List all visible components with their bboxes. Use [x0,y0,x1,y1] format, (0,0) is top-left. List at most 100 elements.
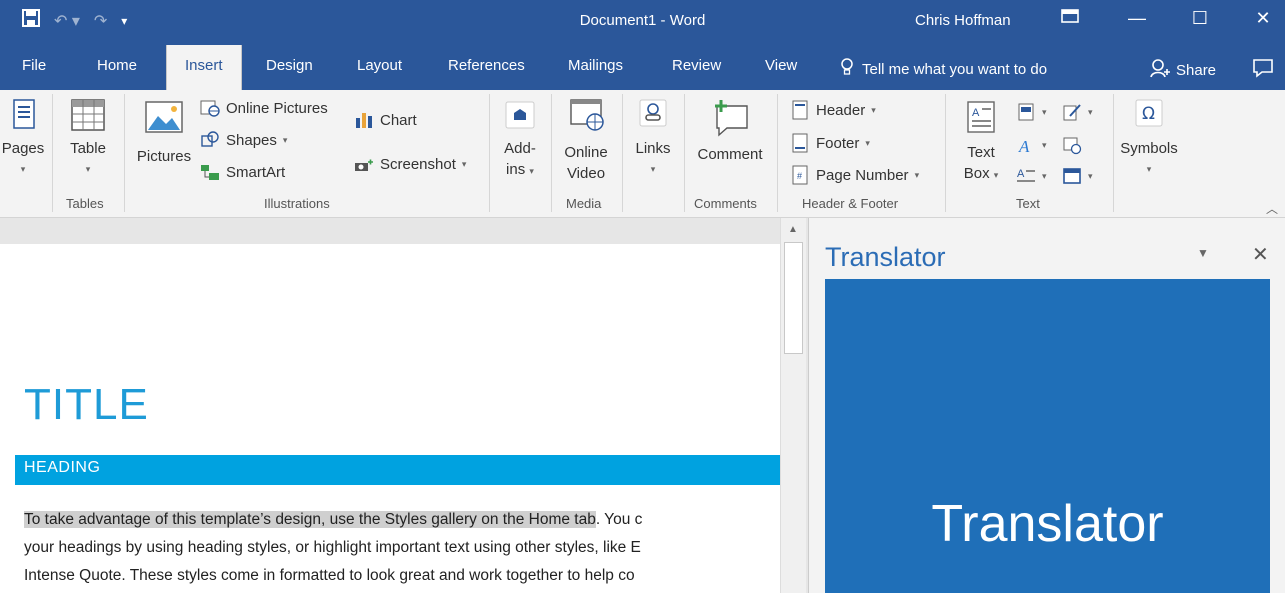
chevron-down-icon: ▾ [1088,170,1093,181]
omega-icon: Ω [1132,96,1166,134]
tell-me-search[interactable]: Tell me what you want to do [840,58,1047,80]
group-label-tables: Tables [66,196,104,211]
online-video-icon [563,96,609,138]
symbols-label: Symbols [1120,140,1178,157]
header-button[interactable]: Header ▾ [790,100,876,120]
scroll-up-icon[interactable]: ▲ [788,224,798,235]
group-divider [124,94,125,212]
body-line-2: your headings by using heading styles, o… [24,539,641,556]
tab-view[interactable]: View [765,57,797,74]
new-comment-icon [707,96,753,140]
minimize-icon[interactable]: — [1122,8,1152,29]
screenshot-button[interactable]: Screenshot ▾ [354,154,466,174]
shapes-icon [200,130,220,150]
shapes-button[interactable]: Shapes ▾ [200,130,287,150]
document-title[interactable]: TITLE [24,380,149,430]
table-label: Table [70,140,106,157]
links-label: Links [635,140,671,157]
group-label-illustrations: Illustrations [264,196,330,211]
tab-references[interactable]: References [448,57,525,74]
symbols-button[interactable]: Ω Symbols ▾ [1116,96,1182,180]
body-line-1-rest: . You c [595,511,643,528]
pages-button[interactable]: Pages ▾ [0,96,46,180]
share-person-icon [1150,58,1170,82]
chevron-down-icon: ▾ [914,169,920,180]
title-bar: ↶ ▾ ↷ ▾ Document1 - Word Chris Hoffman —… [0,0,1285,46]
chevron-down-icon: ▾ [85,164,91,174]
chevron-down-icon: ▾ [1088,106,1093,117]
quick-parts-button[interactable]: ▾ [1016,102,1047,122]
online-pictures-label: Online Pictures [226,99,328,117]
group-label-header-footer: Header & Footer [802,196,899,211]
tab-home[interactable]: Home [97,57,137,74]
page-number-label: Page Number [816,166,909,184]
scrollbar-thumb[interactable] [784,242,803,354]
online-video-button[interactable]: Online Video [556,96,616,184]
translator-tile-text: Translator [931,495,1164,553]
drop-cap-button[interactable]: A ▾ [1016,166,1047,186]
chevron-down-icon: ▾ [461,158,467,169]
comment-bubble-icon[interactable] [1252,58,1274,82]
footer-label: Footer [816,134,860,152]
document-heading[interactable]: HEADING [15,455,780,485]
page-number-button[interactable]: # Page Number ▾ [790,165,919,185]
group-divider [622,94,623,212]
store-icon [503,96,537,134]
chevron-down-icon: ▾ [282,134,288,145]
online-pictures-button[interactable]: Online Pictures [200,98,328,118]
chevron-down-icon: ▾ [865,137,870,148]
page-number-icon: # [790,165,810,185]
pictures-button[interactable]: Pictures [132,96,196,167]
tab-layout[interactable]: Layout [357,57,402,74]
wordart-button[interactable]: A ▾ [1016,135,1047,156]
date-time-button[interactable] [1062,135,1082,155]
addins-label-line1: Add- [504,140,536,157]
tab-mailings[interactable]: Mailings [568,57,623,74]
share-button[interactable]: Share [1150,58,1216,82]
share-label: Share [1176,61,1217,79]
header-label: Header [816,101,866,119]
links-button[interactable]: Links ▾ [628,96,678,180]
pane-options-icon[interactable]: ▼ [1197,246,1209,260]
smartart-button[interactable]: SmartArt [200,162,285,182]
tab-file[interactable]: File [22,57,46,74]
chevron-down-icon: ▾ [20,164,26,174]
selected-text: To take advantage of this template’s des… [24,511,596,528]
addins-button[interactable]: Add- ins ▾ [496,96,544,182]
insert-object-button[interactable]: ▾ [1062,166,1093,186]
document-body[interactable]: To take advantage of this template’s des… [24,506,780,590]
tab-insert[interactable]: Insert [166,45,242,91]
footer-button[interactable]: Footer ▾ [790,133,870,153]
pane-close-icon[interactable]: ✕ [1252,242,1269,267]
chevron-down-icon: ▾ [993,170,999,180]
link-icon [636,96,670,134]
table-button[interactable]: Table ▾ [62,96,114,180]
date-time-icon [1062,135,1082,155]
object-icon [1062,166,1082,186]
maximize-icon[interactable]: ☐ [1185,8,1215,29]
group-label-media: Media [566,196,602,211]
svg-text:A: A [1017,168,1025,180]
comment-button[interactable]: Comment [690,96,770,165]
document-page[interactable]: TITLE HEADING To take advantage of this … [0,244,780,593]
svg-text:#: # [797,171,802,181]
close-icon[interactable]: ✕ [1248,8,1278,29]
group-divider [777,94,778,212]
tab-design[interactable]: Design [266,57,313,74]
signature-line-button[interactable]: ▾ [1062,102,1093,122]
svg-text:A: A [972,107,980,119]
group-divider [1113,94,1114,212]
ribbon-display-icon[interactable] [1055,8,1085,29]
vertical-scrollbar[interactable]: ▲ [780,218,806,593]
screenshot-icon [354,154,374,174]
smartart-label: SmartArt [226,163,286,181]
collapse-ribbon-icon[interactable]: ︿ [1266,200,1278,217]
chart-button[interactable]: Chart [354,110,417,130]
svg-text:Ω: Ω [1142,104,1155,124]
chevron-down-icon: ▾ [1042,106,1047,117]
text-box-button[interactable]: A Text Box ▾ [954,98,1008,186]
user-name[interactable]: Chris Hoffman [915,12,1011,29]
chart-icon [354,110,374,130]
tab-review[interactable]: Review [672,57,721,74]
screenshot-label: Screenshot [380,155,456,173]
